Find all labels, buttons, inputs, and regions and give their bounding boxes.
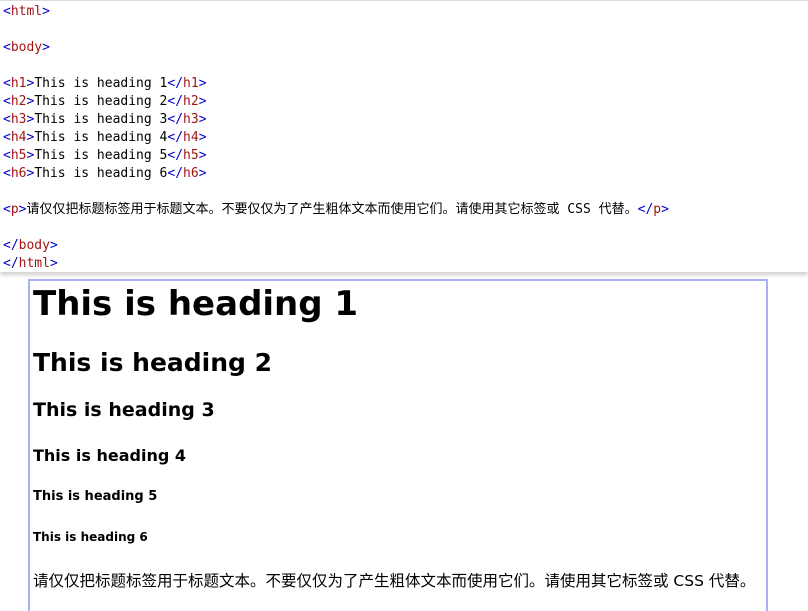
code-line-h1: <h1>This is heading 1</h1> [3, 76, 207, 91]
code-line-h5: <h5>This is heading 5</h5> [3, 148, 207, 163]
preview-heading-6: This is heading 6 [33, 530, 148, 544]
h1-close-tag: h1 [183, 76, 199, 91]
code-line-html-open: <html> [3, 4, 50, 19]
code-line-p: <p>请仅仅把标题标签用于标题文本。不要仅仅为了产生粗体文本而使用它们。请使用其… [3, 202, 669, 217]
code-line-h3: <h3>This is heading 3</h3> [3, 112, 207, 127]
p-close-tag: p [653, 202, 662, 217]
code-line-h4: <h4>This is heading 4</h4> [3, 130, 207, 145]
html-close-tag: html [18, 256, 50, 271]
code-line-body-close: </body> [3, 238, 58, 253]
preview-heading-5: This is heading 5 [33, 489, 158, 504]
preview-heading-1: This is heading 1 [33, 284, 359, 324]
preview-heading-4: This is heading 4 [33, 446, 186, 465]
h2-source-text: This is heading 2 [34, 94, 168, 109]
body-open-tag: body [10, 40, 43, 55]
h6-open-tag: h6 [10, 166, 27, 181]
rendered-preview-pane: This is heading 1 This is heading 2 This… [28, 279, 768, 611]
source-code[interactable]: <html> <body> <h1>This is heading 1</h1>… [3, 3, 669, 272]
h2-open-tag: h2 [10, 94, 27, 109]
h6-close-tag: h6 [183, 166, 199, 181]
h1-source-text: This is heading 1 [34, 76, 168, 91]
p-open-tag: p [10, 202, 19, 217]
h5-open-tag: h5 [10, 148, 27, 163]
preview-paragraph: 请仅仅把标题标签用于标题文本。不要仅仅为了产生粗体文本而使用它们。请使用其它标签… [33, 572, 756, 590]
code-line-h2: <h2>This is heading 2</h2> [3, 94, 207, 109]
h1-open-tag: h1 [10, 76, 27, 91]
code-line-h6: <h6>This is heading 6</h6> [3, 166, 207, 181]
h2-close-tag: h2 [183, 94, 199, 109]
h4-source-text: This is heading 4 [34, 130, 168, 145]
preview-heading-2: This is heading 2 [33, 348, 273, 377]
h3-close-tag: h3 [183, 112, 199, 127]
preview-heading-3: This is heading 3 [33, 399, 215, 421]
code-editor-pane[interactable]: <html> <body> <h1>This is heading 1</h1>… [0, 0, 808, 272]
h5-close-tag: h5 [183, 148, 199, 163]
code-line-html-close: </html> [3, 256, 58, 271]
h4-open-tag: h4 [10, 130, 27, 145]
code-line-body-open: <body> [3, 40, 50, 55]
html-open-tag: html [10, 4, 43, 19]
h3-open-tag: h3 [10, 112, 27, 127]
h4-close-tag: h4 [183, 130, 199, 145]
body-close-tag: body [18, 238, 50, 253]
p-source-text: 请仅仅把标题标签用于标题文本。不要仅仅为了产生粗体文本而使用它们。请使用其它标签… [26, 202, 638, 217]
h3-source-text: This is heading 3 [34, 112, 168, 127]
h6-source-text: This is heading 6 [34, 166, 168, 181]
h5-source-text: This is heading 5 [34, 148, 168, 163]
